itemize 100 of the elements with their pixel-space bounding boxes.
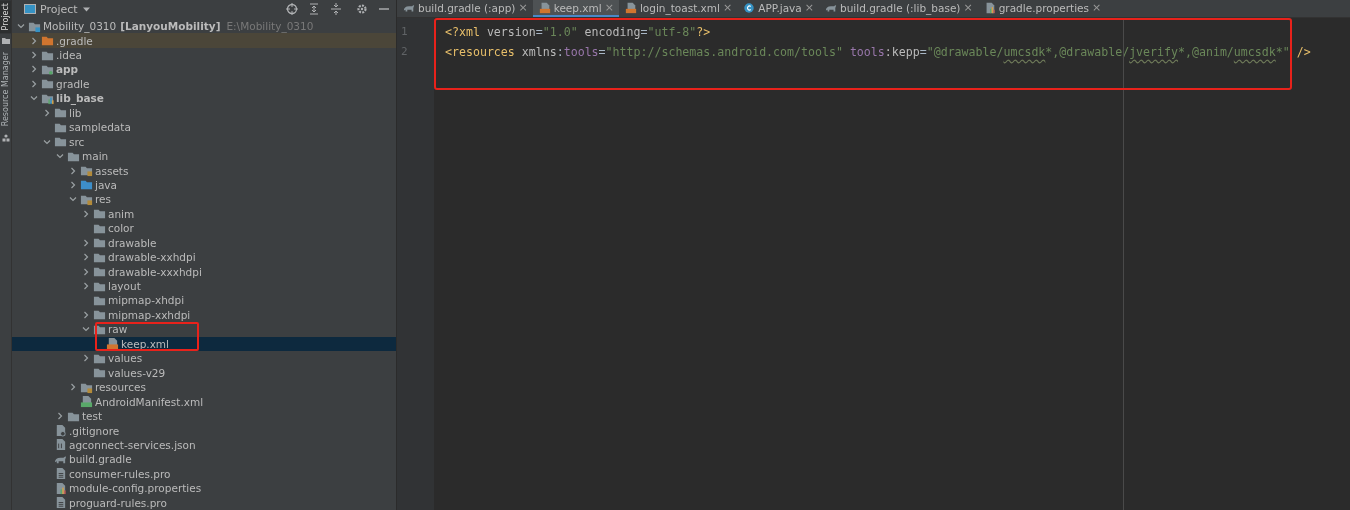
close-icon[interactable]: ×: [604, 1, 614, 14]
file-icon: [54, 438, 67, 452]
tree-item[interactable]: AndroidManifest.xml: [12, 394, 396, 409]
chevron-right-icon[interactable]: [29, 78, 39, 89]
chevron-right-icon[interactable]: [29, 35, 39, 46]
tree-item[interactable]: drawable-xxxhdpi: [12, 264, 396, 279]
tree-item[interactable]: consumer-rules.pro: [12, 466, 396, 482]
tree-item[interactable]: module-config.properties: [12, 481, 396, 496]
tree-item[interactable]: gradle: [12, 76, 396, 92]
tree-item[interactable]: .gitignore: [12, 423, 396, 438]
tree-item[interactable]: res: [12, 192, 396, 207]
tree-item[interactable]: lib: [12, 105, 396, 120]
expand-all-icon[interactable]: [308, 3, 320, 16]
tab-label: build.gradle (:app): [418, 1, 516, 14]
editor-tab[interactable]: keep.xml ×: [532, 0, 619, 17]
close-icon[interactable]: ×: [723, 1, 733, 14]
chevron-right-icon[interactable]: [81, 237, 91, 248]
folder-icon: [93, 308, 106, 322]
tree-item[interactable]: assets: [12, 163, 396, 178]
collapse-all-icon[interactable]: [330, 3, 342, 16]
xml-file-icon: [106, 337, 119, 351]
close-icon[interactable]: ×: [518, 1, 528, 14]
folder-icon: [41, 34, 54, 48]
tree-item[interactable]: lib_base: [12, 91, 396, 106]
file-icon: [54, 424, 67, 437]
item-label: layout: [108, 280, 141, 292]
folder-icon: [93, 265, 106, 279]
chevron-right-icon[interactable]: [29, 64, 39, 75]
item-label: values: [108, 352, 143, 365]
tree-item[interactable]: sampledata: [12, 120, 396, 135]
tool-window-tab[interactable]: Project: [0, 0, 11, 34]
editor-tab[interactable]: build.gradle (:app) ×: [397, 0, 533, 17]
chevron-right-icon[interactable]: [55, 411, 65, 422]
chevron-right-icon[interactable]: [68, 165, 78, 176]
crosshair-icon[interactable]: [286, 3, 298, 16]
item-label: module-config.properties: [69, 482, 202, 495]
editor-tab[interactable]: build.gradle (:lib_base) ×: [819, 0, 978, 17]
item-label: drawable: [108, 236, 157, 249]
chevron-right-icon[interactable]: [81, 281, 91, 291]
module-name: [LanyouMobility]: [120, 20, 221, 33]
tab-label: APP.java: [758, 1, 802, 14]
chevron-right-icon[interactable]: [68, 382, 78, 393]
item-label: lib_base: [56, 92, 104, 105]
panel-title[interactable]: Project: [40, 2, 78, 16]
editor-tab[interactable]: gradle.properties ×: [977, 0, 1107, 17]
code-line: <resources xmlns:tools="http://schemas.android.com/tools" tools:kepp="@drawable/umcsdk*,@drawable/jverify*,@anim/umcsdk*" />: [445, 44, 1311, 61]
tree-item[interactable]: .gradle: [12, 33, 396, 48]
settings-icon[interactable]: [356, 3, 368, 16]
tree-item[interactable]: drawable: [12, 235, 396, 250]
tree-item[interactable]: build.gradle: [12, 452, 396, 467]
tree-item[interactable]: mipmap-xxhdpi: [12, 307, 396, 323]
chevron-right-icon[interactable]: [81, 252, 91, 263]
chevron-right-icon[interactable]: [29, 50, 39, 60]
close-icon[interactable]: ×: [804, 1, 814, 14]
tree-item[interactable]: Mobility_0310 [LanyouMobility] E:\Mobility_0310: [12, 18, 396, 34]
item-label: lib: [69, 106, 82, 119]
item-label: src: [69, 135, 85, 148]
chevron-right-icon[interactable]: [68, 179, 78, 190]
tree-item[interactable]: app: [12, 62, 396, 77]
item-label: anim: [108, 207, 135, 220]
tree-item[interactable]: drawable-xxhdpi: [12, 249, 396, 265]
tree-item[interactable]: java: [12, 177, 396, 193]
tree-item[interactable]: anim: [12, 206, 396, 222]
folder-icon: [93, 366, 106, 380]
item-label: java: [95, 178, 117, 191]
tree-item[interactable]: values: [12, 351, 396, 366]
close-icon[interactable]: ×: [1092, 1, 1102, 14]
tree-item[interactable]: values-v29: [12, 365, 396, 380]
close-icon[interactable]: ×: [963, 1, 973, 14]
item-label: raw: [108, 323, 128, 336]
tree-item[interactable]: resources: [12, 380, 396, 395]
tree-item[interactable]: color: [12, 221, 396, 236]
tree-item[interactable]: .idea: [12, 47, 396, 63]
tool-window-tab[interactable]: Resource Manager: [0, 49, 11, 130]
item-label: mipmap-xhdpi: [108, 294, 185, 307]
project-path: E:\Mobility_0310: [226, 20, 314, 33]
tree-item[interactable]: test: [12, 408, 396, 424]
chevron-right-icon[interactable]: [81, 309, 91, 320]
tree-item[interactable]: agconnect-services.json: [12, 437, 396, 453]
editor-tab[interactable]: login_toast.xml ×: [618, 0, 738, 17]
item-label: consumer-rules.pro: [69, 467, 171, 480]
tree-item[interactable]: main: [12, 148, 396, 164]
tree-item[interactable]: layout: [12, 278, 396, 294]
tree-item[interactable]: proguard-rules.pro: [12, 495, 396, 510]
chevron-right-icon[interactable]: [81, 266, 91, 277]
editor-tab[interactable]: APP.java ×: [737, 0, 819, 17]
chevron-right-icon[interactable]: [81, 353, 91, 364]
xml-file-icon: [624, 1, 637, 14]
item-label: sampledata: [69, 121, 131, 134]
tree-item[interactable]: raw: [12, 322, 396, 337]
chevron-right-icon[interactable]: [81, 208, 91, 219]
folder-icon: [41, 77, 54, 91]
item-label: main: [82, 150, 109, 163]
chevron-right-icon[interactable]: [42, 107, 52, 118]
tree-item[interactable]: keep.xml: [12, 336, 396, 352]
item-label: mipmap-xxhdpi: [108, 308, 191, 321]
resource-folder-icon: [80, 164, 93, 177]
tree-item[interactable]: mipmap-xhdpi: [12, 293, 396, 308]
item-label: drawable-xxhdpi: [108, 251, 196, 264]
tree-item[interactable]: src: [12, 134, 396, 149]
